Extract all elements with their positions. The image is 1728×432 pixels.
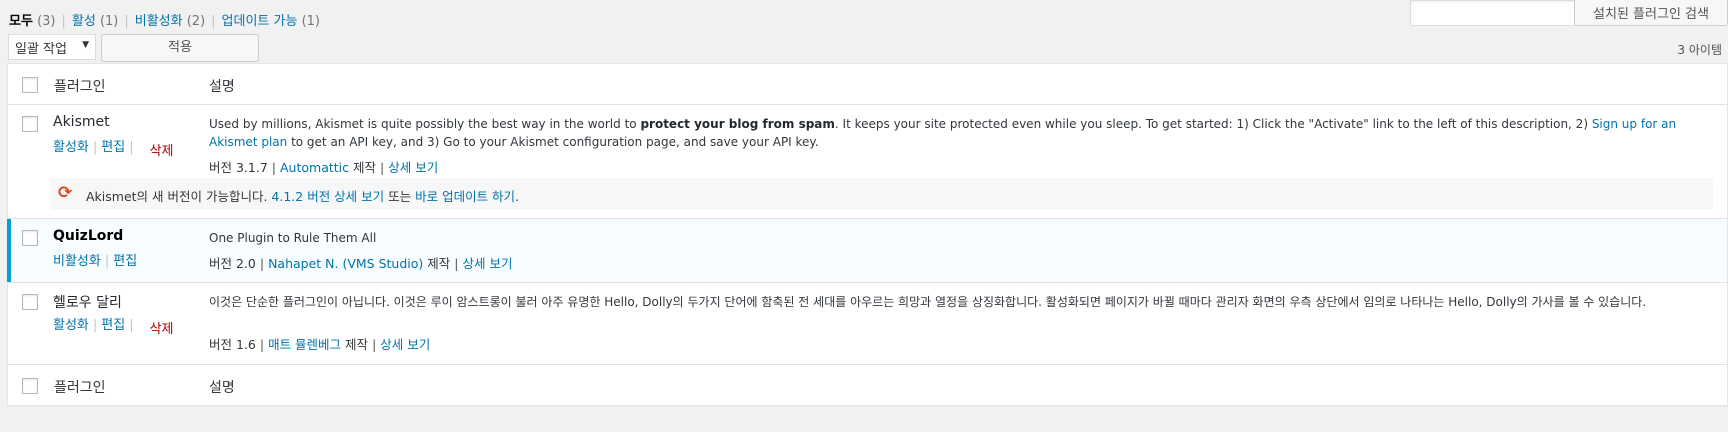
- plugin-meta: 버전 1.6 | 매트 뮬렌베그 제작 | 상세 보기: [209, 337, 431, 352]
- plugin-meta: 버전 3.1.7 | Automattic 제작 | 상세 보기: [209, 160, 439, 175]
- bulk-action-selected: 일괄 작업: [15, 42, 67, 57]
- edit-link[interactable]: 편집: [101, 318, 125, 333]
- update-notice: ⟳ Akismet의 새 버전이 가능합니다. 4.1.2 버전 상세 보기 또…: [50, 178, 1713, 210]
- activate-link[interactable]: 활성화: [53, 318, 89, 333]
- plugin-meta: 버전 2.0 | Nahapet N. (VMS Studio) 제작 | 상세 보기: [209, 256, 513, 271]
- item-count: 3 아이템: [1677, 43, 1722, 57]
- select-all-checkbox[interactable]: [22, 378, 38, 394]
- update-message: Akismet의 새 버전이 가능합니다. 4.1.2 버전 상세 보기 또는 …: [86, 189, 520, 204]
- column-header-plugin[interactable]: 플러그인: [54, 76, 106, 96]
- column-header-description: 설명: [209, 79, 235, 95]
- plugin-update-row: ⟳ Akismet의 새 버전이 가능합니다. 4.1.2 버전 상세 보기 또…: [8, 178, 1727, 218]
- column-footer-plugin[interactable]: 플러그인: [54, 377, 106, 397]
- plugin-author-link[interactable]: 매트 뮬렌베그: [268, 337, 341, 352]
- filter-inactive[interactable]: 비활성화 (2): [135, 14, 205, 29]
- bulk-action-select[interactable]: 일괄 작업 ▼: [8, 34, 96, 60]
- plugin-name: 헬로우 달리: [53, 295, 122, 311]
- plugin-row-quizlord: QuizLord 비활성화 | 편집 One Plugin to Rule Them…: [7, 218, 1727, 282]
- filter-all[interactable]: 모두 (3): [9, 14, 55, 29]
- plugin-actions: 비활성화 | 편집: [53, 254, 138, 269]
- plugin-search-input[interactable]: [1410, 0, 1582, 26]
- dropdown-arrow-icon: ▼: [82, 40, 89, 50]
- view-details-link[interactable]: 상세 보기: [463, 256, 513, 271]
- select-all-checkbox[interactable]: [22, 77, 38, 93]
- view-version-details-link[interactable]: 4.1.2 버전 상세 보기: [271, 189, 384, 204]
- activate-link[interactable]: 활성화: [53, 140, 89, 155]
- plugin-version: 버전 3.1.7: [209, 160, 268, 175]
- plugin-filter-links: 모두 (3) | 활성 (1) | 비활성화 (2) | 업데이트 가능 (1): [9, 10, 320, 29]
- plugins-table: 플러그인 설명 Akismet 활성화 | 편집 | 삭제 Used by millio…: [7, 63, 1728, 406]
- update-now-link[interactable]: 바로 업데이트 하기: [415, 189, 515, 204]
- plugin-name: QuizLord: [53, 228, 124, 244]
- plugin-actions: 활성화 | 편집 | 삭제: [53, 140, 174, 159]
- deactivate-link[interactable]: 비활성화: [53, 254, 101, 269]
- plugin-author-link[interactable]: Automattic: [280, 160, 349, 175]
- table-footer: 플러그인 설명: [8, 364, 1727, 405]
- plugin-checkbox[interactable]: [22, 116, 38, 132]
- delete-link[interactable]: 삭제: [150, 144, 174, 159]
- filter-separator: |: [211, 14, 216, 29]
- tablenav-top: 일괄 작업 ▼ 적용 3 아이템: [8, 34, 1728, 62]
- plugin-actions: 활성화 | 편집 | 삭제: [53, 318, 174, 337]
- plugin-author-link[interactable]: Nahapet N. (VMS Studio): [268, 256, 423, 271]
- plugin-description: One Plugin to Rule Them All: [209, 231, 377, 245]
- plugin-description: Used by millions, Akismet is quite possi…: [209, 117, 1677, 149]
- edit-link[interactable]: 편집: [101, 140, 125, 155]
- plugin-version: 버전 1.6: [209, 337, 256, 352]
- edit-link[interactable]: 편집: [113, 254, 137, 269]
- update-refresh-icon: ⟳: [58, 183, 73, 203]
- plugin-row-akismet: Akismet 활성화 | 편집 | 삭제 Used by millions, Akis…: [8, 105, 1727, 178]
- column-footer-description: 설명: [209, 380, 235, 396]
- view-details-link[interactable]: 상세 보기: [380, 337, 430, 352]
- filter-upgrade[interactable]: 업데이트 가능 (1): [222, 14, 320, 29]
- filter-separator: |: [61, 14, 66, 29]
- table-header: 플러그인 설명: [8, 64, 1727, 105]
- view-details-link[interactable]: 상세 보기: [388, 160, 438, 175]
- search-plugins-button[interactable]: 설치된 플러그인 검색: [1574, 0, 1728, 26]
- plugin-name: Akismet: [53, 114, 110, 130]
- plugin-row-hello-dolly: 헬로우 달리 활성화 | 편집 | 삭제 이것은 단순한 플러그인이 아닙니다. 이것은…: [8, 282, 1727, 364]
- filter-separator: |: [124, 14, 129, 29]
- delete-link[interactable]: 삭제: [150, 322, 174, 337]
- plugin-version: 버전 2.0: [209, 256, 256, 271]
- apply-button[interactable]: 적용: [101, 34, 259, 62]
- filter-active[interactable]: 활성 (1): [72, 14, 118, 29]
- plugin-checkbox[interactable]: [22, 294, 38, 310]
- plugin-checkbox[interactable]: [22, 230, 38, 246]
- plugin-description: 이것은 단순한 플러그인이 아닙니다. 이것은 루이 암스트롱이 불러 아주 유…: [209, 295, 1647, 309]
